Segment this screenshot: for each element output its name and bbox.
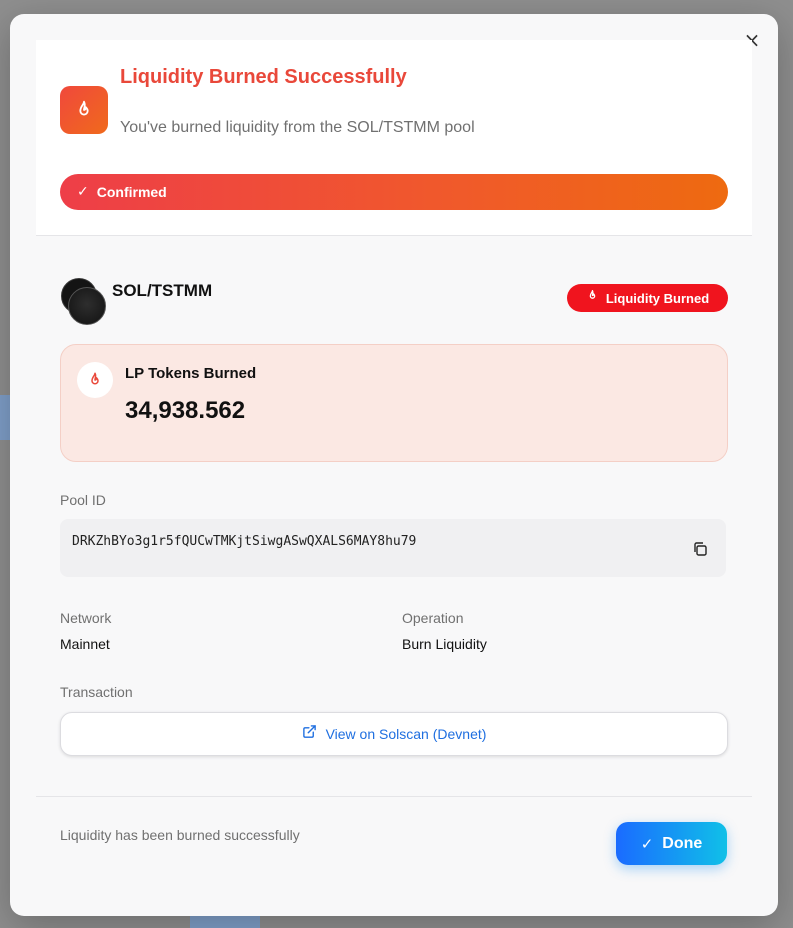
lp-value: 34,938.562: [125, 397, 246, 424]
fire-icon: [60, 86, 108, 134]
network-value: Mainnet: [60, 636, 110, 652]
status-bar: ✓ Confirmed: [60, 174, 728, 210]
fire-icon: [77, 362, 113, 398]
badge-label: Liquidity Burned: [605, 290, 710, 306]
token-avatar-tstmm: [68, 287, 106, 325]
done-label: Done: [662, 834, 703, 852]
lp-tokens-card: LP Tokens Burned 34,938.562: [60, 344, 728, 462]
pool-id-box: DRKZhBYo3g1r5fQUCwTMKjtSiwgASwQXALS6MAY8…: [60, 519, 726, 577]
view-on-solscan-button[interactable]: View on Solscan (Devnet): [60, 712, 728, 756]
operation-value: Burn Liquidity: [402, 636, 487, 652]
check-icon: ✓: [640, 834, 654, 853]
divider: [36, 235, 752, 236]
pair-name: SOL/TSTMM: [112, 281, 213, 300]
done-button[interactable]: ✓ Done: [616, 822, 727, 865]
operation-label: Operation: [402, 610, 464, 626]
backdrop-accent: [0, 395, 10, 440]
check-icon: ✓: [77, 184, 89, 200]
modal-subtitle: You've burned liquidity from the SOL/TST…: [120, 119, 475, 136]
transaction-label: Transaction: [60, 684, 133, 700]
copy-icon[interactable]: [692, 541, 708, 557]
fire-icon: [586, 289, 599, 307]
solscan-label: View on Solscan (Devnet): [325, 726, 487, 742]
backdrop-accent: [190, 916, 260, 928]
network-label: Network: [60, 610, 112, 626]
modal-title: Liquidity Burned Successfully: [120, 66, 407, 88]
footer-text: Liquidity has been burned successfully: [60, 827, 300, 843]
status-label: Confirmed: [96, 184, 167, 200]
status-badge: Liquidity Burned: [567, 284, 728, 312]
pool-id-value[interactable]: DRKZhBYo3g1r5fQUCwTMKjtSiwgASwQXALS6MAY8…: [72, 534, 416, 549]
pool-id-label: Pool ID: [60, 492, 106, 508]
divider: [36, 796, 752, 797]
token-pair-avatars: [61, 278, 109, 326]
lp-label: LP Tokens Burned: [125, 365, 257, 382]
burn-success-modal: × Liquidity Burned Successfully You've b…: [10, 14, 778, 916]
external-link-icon: [302, 724, 317, 744]
